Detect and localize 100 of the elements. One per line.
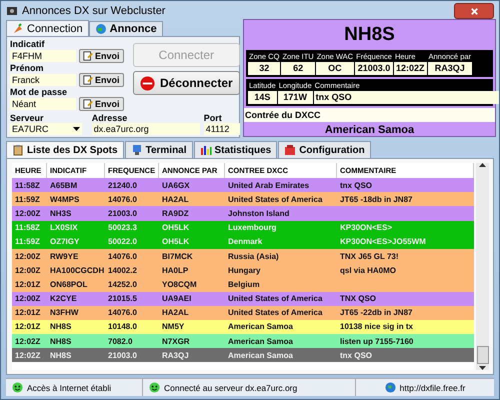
send-button[interactable]: Envoi — [79, 49, 124, 63]
address-field[interactable]: dx.ea7urc.org — [92, 123, 200, 135]
table-cell-text: NH8S — [49, 350, 72, 360]
table-row[interactable]: 12:01Z N3FHW 14076.0 HA2AL United States of America JT65 -22db in JN87 — [12, 306, 474, 320]
table-cell-text: HA100CGCDH — [49, 266, 105, 275]
connection-button[interactable]: Déconnecter — [133, 71, 240, 95]
table-cell-text: JT65 -22db in JN87 — [339, 308, 414, 318]
table-cell-text: 14076.0 — [107, 194, 138, 204]
table-cell-text: 12:00Z — [14, 266, 42, 275]
table-cell-text: OH5LK — [161, 237, 190, 246]
monitor-icon — [130, 144, 143, 156]
port-field[interactable]: 41112 — [204, 123, 240, 135]
table-cell-text: TNX J65 GL 73! — [339, 252, 400, 261]
table-cell-text: RA3QJ — [161, 350, 190, 360]
table-cell-text: 21003.0 — [107, 350, 138, 360]
table-cell-text: qsl via HA0MO — [339, 266, 398, 275]
bar-chart-icon — [200, 144, 212, 156]
stop-icon — [140, 76, 155, 90]
globe-icon — [384, 382, 396, 393]
tab[interactable]: Annonce — [88, 21, 163, 36]
table-row[interactable]: 12:00Z K2CYE 21015.5 UA9AEI United States of America TNX QSO — [12, 292, 474, 306]
info-value: tnx QSO — [314, 91, 499, 104]
info-value: 62 — [281, 62, 315, 75]
input-field[interactable]: F4FHM — [10, 50, 76, 62]
table-row[interactable]: 11:58Z A65BM 21240.0 UA6GX United Arab Emirates tnx QSO — [12, 178, 474, 192]
table-cell-text: 12:00Z — [14, 294, 42, 304]
table-cell-text: OZ7IGY — [49, 237, 80, 246]
status-text: Accès à Internet établi — [27, 382, 112, 392]
close-icon — [470, 6, 478, 16]
send-button[interactable]: Envoi — [79, 97, 124, 111]
table-cell-text: HA2AL — [161, 194, 190, 204]
field-label: Port — [204, 113, 223, 123]
tab[interactable]: Configuration — [278, 141, 371, 158]
table-cell-text: W4MPS — [49, 194, 80, 204]
send-button[interactable]: Envoi — [79, 73, 124, 87]
table-cell-text: JT65 -18db in JN87 — [339, 194, 414, 204]
field-label: Serveur — [10, 113, 45, 123]
edit-icon — [83, 51, 93, 61]
table-cell-text: YO8CQM — [161, 280, 198, 289]
smiley-icon — [149, 382, 160, 393]
table-cell-text: United States of America — [227, 308, 324, 318]
table-cell-text: 12:01Z — [14, 280, 42, 289]
table-cell-text: TNX QSO — [339, 294, 378, 304]
table-cell-text: 10138 nice sig in tx — [339, 322, 414, 332]
clipboard-icon — [12, 144, 24, 156]
table-cell-text: 14002.2 — [107, 266, 138, 275]
tab[interactable]: Terminal — [124, 141, 193, 158]
table-cell-text: ON68POL — [49, 280, 88, 289]
table-cell-text: 11:58Z — [14, 180, 41, 190]
tab[interactable]: Statistiques — [194, 141, 278, 158]
table-cell-text: 21015.5 — [107, 294, 138, 304]
scroll-up-icon[interactable] — [479, 163, 486, 167]
table-row[interactable]: 12:01Z ON68POL 14252.0 YO8CQM Belgium — [12, 277, 474, 292]
table-cell-text: RW9YE — [49, 252, 80, 261]
field-label: Indicatif — [10, 39, 46, 49]
table-cell-text: Hungary — [227, 266, 262, 275]
table-cell-text: 11:59Z — [14, 194, 41, 204]
table-cell-text: 14076.0 — [107, 308, 138, 318]
table-cell-text: HA2AL — [161, 308, 190, 318]
table-cell-text: 50022.0 — [107, 237, 138, 246]
table-cell-text: 12:01Z — [14, 308, 42, 318]
table-row[interactable]: 11:59Z W4MPS 14076.0 HA2AL United States of America JT65 -18db in JN87 — [12, 192, 474, 206]
table-row[interactable]: 12:02Z NH8S 7082.0 N7XGR American Samoa listen up 7155-7160 — [12, 334, 474, 348]
table-cell-text: Denmark — [227, 237, 264, 246]
field-label: Adresse — [92, 113, 128, 123]
table-cell-text: NH3S — [49, 208, 72, 218]
tab[interactable]: Liste des DX Spots — [6, 141, 124, 158]
info-value: 171W — [278, 91, 313, 104]
table-cell-text: Luxembourg — [227, 223, 278, 232]
table-cell-text: OH5LK — [161, 223, 190, 232]
table-cell-text: 14252.0 — [107, 280, 138, 289]
field-label: Prénom — [10, 63, 45, 73]
table-cell-text: 12:00Z — [14, 252, 42, 261]
tab[interactable]: Connection — [6, 20, 89, 36]
table-cell-text: 11:59Z — [14, 237, 41, 246]
app-icon — [6, 5, 18, 17]
table-cell-text: United States of America — [227, 194, 324, 204]
table-row[interactable]: 12:00Z RW9YE 14076.0 BI7MCK Russia (Asia) TNX J65 GL 73! — [12, 248, 474, 264]
table-row[interactable]: 12:00Z HA100CGCDH 14002.2 HA0LP Hungary qsl via HA0MO — [12, 263, 474, 278]
input-field[interactable]: Néant — [10, 98, 76, 110]
scrollbar-thumb[interactable] — [476, 346, 488, 364]
table-cell-text: N3FHW — [49, 308, 80, 318]
status-text: Connecté au serveur dx.ea7urc.org — [164, 382, 298, 392]
table-row[interactable]: 12:01Z NH8S 10148.0 NM5Y American Samoa 10138 nice sig in tx — [12, 320, 474, 334]
info-value: OC — [316, 62, 354, 75]
table-cell-text: HA0LP — [161, 266, 190, 275]
input-field[interactable]: Franck — [10, 74, 76, 86]
table-cell-text: Belgium — [227, 280, 261, 289]
scrollbar[interactable] — [476, 163, 489, 370]
table-cell-text: American Samoa — [227, 336, 294, 346]
edit-icon — [83, 75, 93, 85]
close-button[interactable] — [454, 3, 494, 19]
table-row[interactable]: 12:00Z NH3S 21003.0 RA9DZ Johnston Island — [12, 206, 474, 221]
table-cell-text: listen up 7155-7160 — [339, 336, 414, 346]
server-dropdown[interactable]: EA7URC — [10, 123, 82, 135]
smiley-icon — [12, 382, 23, 393]
table-cell-text: 21240.0 — [107, 180, 138, 190]
table-row[interactable]: 12:02Z NH8S 21003.0 RA3QJ American Samoa tnx QSO — [12, 348, 474, 362]
table-cell-text: 11:58Z — [14, 223, 41, 232]
scroll-down-icon[interactable] — [479, 366, 486, 370]
